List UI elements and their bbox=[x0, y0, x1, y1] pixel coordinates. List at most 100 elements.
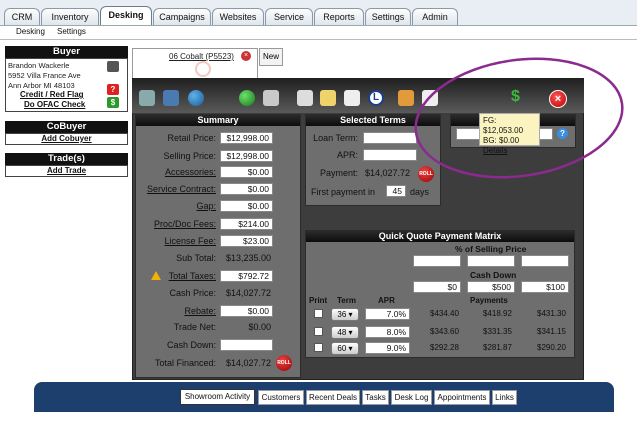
deal-tab-active[interactable]: 06 Cobalt (P5523) × bbox=[132, 48, 258, 78]
summary-input-6[interactable]: $23.00 bbox=[220, 235, 273, 247]
subnav-desking[interactable]: Desking bbox=[16, 27, 45, 36]
term-select-2[interactable]: 60 ▾ bbox=[331, 342, 359, 355]
summary-input-0[interactable]: $12,998.00 bbox=[220, 132, 273, 144]
cash-down-1[interactable]: $0 bbox=[413, 281, 461, 293]
tab-admin[interactable]: Admin bbox=[412, 8, 458, 25]
add-cobuyer-link[interactable]: Add Cobuyer bbox=[6, 134, 127, 143]
buyer-header: Buyer bbox=[5, 46, 128, 58]
cobuyer-header: CoBuyer bbox=[5, 121, 128, 133]
summary-input-10[interactable]: $0.00 bbox=[220, 305, 273, 317]
apr-header: APR bbox=[378, 296, 395, 305]
loan-term-input[interactable] bbox=[363, 132, 417, 144]
summary-label-3[interactable]: Service Contract: bbox=[138, 184, 216, 194]
car-icon[interactable] bbox=[263, 90, 279, 106]
tab-inventory[interactable]: Inventory bbox=[41, 8, 99, 25]
term-select-1[interactable]: 48 ▾ bbox=[331, 326, 359, 339]
subnav-settings[interactable]: Settings bbox=[57, 27, 86, 36]
print-header: Print bbox=[309, 296, 328, 305]
tab-campaigns[interactable]: Campaigns bbox=[153, 8, 211, 25]
top-nav: CRM Inventory Desking Campaigns Websites… bbox=[0, 0, 637, 26]
loan-term-label: Loan Term: bbox=[313, 133, 358, 143]
summary-input-8[interactable]: $792.72 bbox=[220, 270, 273, 282]
printer-icon[interactable] bbox=[297, 90, 313, 106]
print-checkbox-0[interactable] bbox=[314, 309, 323, 318]
summary-label-6[interactable]: License Fee: bbox=[138, 236, 216, 246]
summary-label-10[interactable]: Rebate: bbox=[138, 306, 216, 316]
annotation-circle bbox=[414, 57, 624, 179]
payments-header: Payments bbox=[470, 296, 508, 305]
term-header: Term bbox=[337, 296, 356, 305]
deal-tab-label[interactable]: 06 Cobalt (P5523) bbox=[169, 52, 234, 61]
apr-input-0[interactable]: 7.0% bbox=[365, 308, 410, 320]
cash-down-2[interactable]: $500 bbox=[467, 281, 515, 293]
term-select-0[interactable]: 36 ▾ bbox=[331, 308, 359, 321]
pct-selling-label: % of Selling Price bbox=[455, 244, 527, 254]
tab-crm[interactable]: CRM bbox=[4, 8, 40, 25]
transfer-icon[interactable] bbox=[163, 90, 179, 106]
pct-input-3[interactable] bbox=[521, 255, 569, 267]
summary-input-2[interactable]: $0.00 bbox=[220, 166, 273, 178]
tab-websites[interactable]: Websites bbox=[212, 8, 264, 25]
credit-red-flag-link[interactable]: Credit / Red Flag bbox=[20, 90, 84, 99]
tab-service[interactable]: Service bbox=[265, 8, 313, 25]
stack-icon[interactable] bbox=[139, 90, 155, 106]
chevron-down-icon: ▾ bbox=[346, 344, 353, 353]
payment-cell: $418.92 bbox=[483, 309, 512, 318]
cash-down-header: Cash Down bbox=[470, 270, 517, 280]
bottom-tab-appointments[interactable]: Appointments bbox=[434, 390, 490, 405]
bottom-tab-desk-log[interactable]: Desk Log bbox=[391, 390, 432, 405]
payment-cell: $290.20 bbox=[537, 343, 566, 352]
term-value: 48 bbox=[337, 328, 347, 337]
bottom-tab-links[interactable]: Links bbox=[492, 390, 517, 405]
summary-input-4[interactable]: $0.00 bbox=[220, 200, 273, 212]
payment-cell: $431.30 bbox=[537, 309, 566, 318]
print-green-icon[interactable] bbox=[239, 90, 255, 106]
bottom-tab-showroom-activity[interactable]: Showroom Activity bbox=[180, 389, 255, 405]
summary-input-3[interactable]: $0.00 bbox=[220, 183, 273, 195]
pct-input-2[interactable] bbox=[467, 255, 515, 267]
summary-value-9: $14,027.72 bbox=[225, 288, 271, 298]
cash-down-3[interactable]: $100 bbox=[521, 281, 569, 293]
summary-label-4[interactable]: Gap: bbox=[138, 201, 216, 211]
bottom-tab-recent-deals[interactable]: Recent Deals bbox=[306, 390, 360, 405]
summary-input-5[interactable]: $214.00 bbox=[220, 218, 273, 230]
term-value: 60 bbox=[337, 344, 347, 353]
lender-l-icon[interactable]: L bbox=[368, 90, 384, 106]
buyer-info: Brandon Wackerle 5952 Villa France Ave A… bbox=[8, 61, 81, 91]
bottom-tab-customers[interactable]: Customers bbox=[258, 390, 304, 405]
apr-input-1[interactable]: 8.0% bbox=[365, 326, 410, 338]
first-payment-input[interactable]: 45 bbox=[386, 185, 406, 197]
cobuyer-box: Add Cobuyer bbox=[5, 133, 128, 145]
payment-cell: $292.28 bbox=[430, 343, 459, 352]
tab-settings[interactable]: Settings bbox=[365, 8, 411, 25]
summary-value-7: $13,235.00 bbox=[225, 253, 271, 263]
summary-value-13: $14,027.72 bbox=[225, 358, 271, 368]
bottom-tab-tasks[interactable]: Tasks bbox=[362, 390, 389, 405]
apr-input[interactable] bbox=[363, 149, 417, 161]
copy-icon[interactable] bbox=[344, 90, 360, 106]
tab-reports[interactable]: Reports bbox=[314, 8, 364, 25]
close-deal-icon[interactable]: × bbox=[241, 51, 251, 61]
add-trade-link[interactable]: Add Trade bbox=[6, 166, 127, 175]
summary-label-8[interactable]: Total Taxes: bbox=[162, 271, 216, 281]
red-flag-icon: ? bbox=[107, 84, 119, 95]
print-checkbox-1[interactable] bbox=[314, 327, 323, 336]
roll-button[interactable]: ROLL bbox=[276, 355, 292, 371]
summary-label-12: Cash Down: bbox=[166, 340, 216, 350]
tab-desking[interactable]: Desking bbox=[100, 6, 152, 25]
edit-buyer-icon[interactable] bbox=[107, 61, 119, 72]
pct-input-1[interactable] bbox=[413, 255, 461, 267]
apr-label: APR: bbox=[336, 150, 358, 160]
ofac-check-link[interactable]: Do OFAC Check bbox=[24, 100, 85, 109]
summary-label-2[interactable]: Accessories: bbox=[138, 167, 216, 177]
summary-input-1[interactable]: $12,998.00 bbox=[220, 150, 273, 162]
trades-header: Trade(s) bbox=[5, 153, 128, 165]
summary-input-12[interactable] bbox=[220, 339, 273, 351]
edit-note-icon[interactable] bbox=[320, 90, 336, 106]
first-payment-label: First payment in bbox=[311, 187, 376, 197]
summary-label-5[interactable]: Proc/Doc Fees: bbox=[138, 219, 216, 229]
print-checkbox-2[interactable] bbox=[314, 343, 323, 352]
globe-icon[interactable] bbox=[188, 90, 204, 106]
apr-input-2[interactable]: 9.0% bbox=[365, 342, 410, 354]
deal-tab-new[interactable]: New bbox=[259, 48, 283, 66]
